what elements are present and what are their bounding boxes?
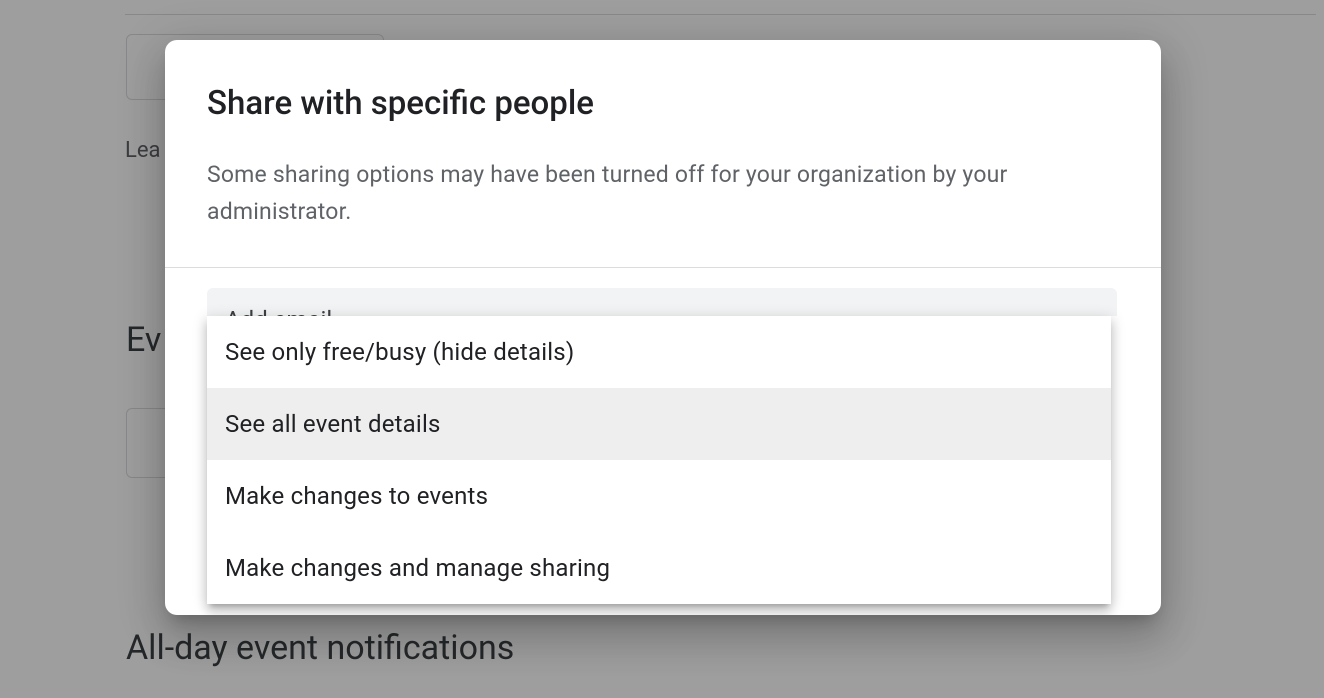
permission-dropdown: See only free/busy (hide details) See al… [207, 316, 1111, 604]
email-input-placeholder: Add email [225, 306, 332, 316]
permission-option-make-changes[interactable]: Make changes to events [207, 460, 1111, 532]
email-input-container[interactable]: Add email [207, 288, 1117, 316]
dialog-subtitle: Some sharing options may have been turne… [207, 157, 1119, 231]
dialog-title: Share with specific people [207, 84, 1119, 123]
dialog-body: Add email See only free/busy (hide detai… [165, 268, 1161, 604]
share-dialog: Share with specific people Some sharing … [165, 40, 1161, 615]
permission-option-manage-sharing[interactable]: Make changes and manage sharing [207, 532, 1111, 604]
permission-option-free-busy[interactable]: See only free/busy (hide details) [207, 316, 1111, 388]
permission-option-see-all[interactable]: See all event details [207, 388, 1111, 460]
dialog-header: Share with specific people Some sharing … [165, 40, 1161, 267]
